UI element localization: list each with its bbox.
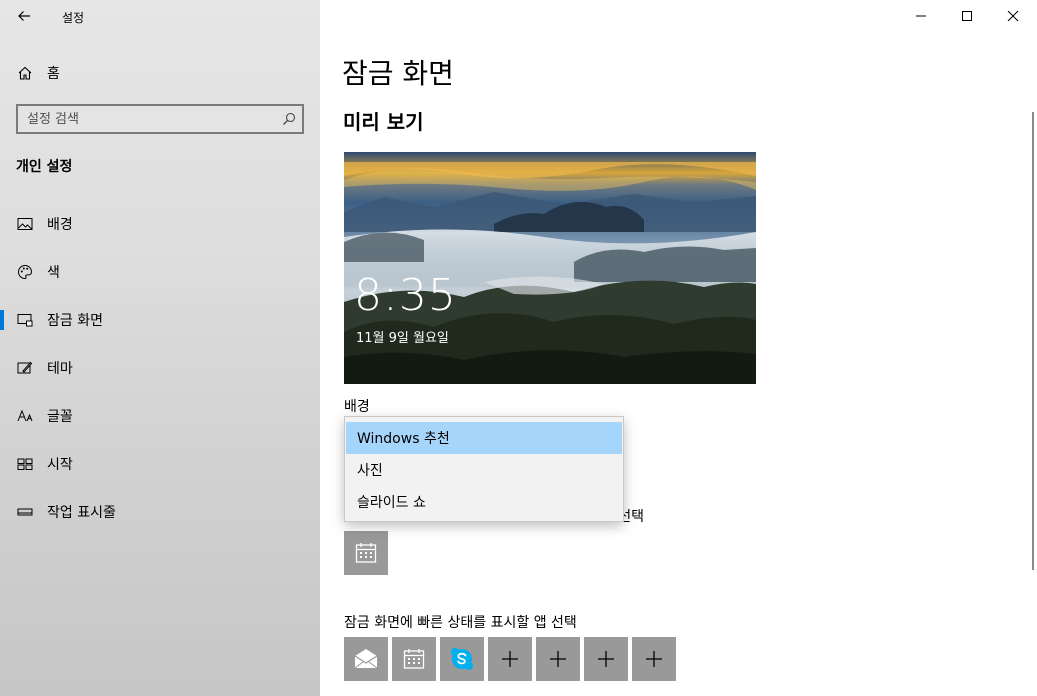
lock-screen-preview: 8:35 11월 9일 월요일 <box>344 152 756 384</box>
maximize-icon <box>962 11 972 21</box>
lock-screen-icon <box>16 311 34 329</box>
font-icon <box>16 407 34 425</box>
plus-icon <box>646 651 662 667</box>
quick-app-add[interactable] <box>632 637 676 681</box>
sidebar-item-label: 테마 <box>47 361 73 377</box>
quick-status-apps <box>344 637 676 681</box>
page-title: 잠금 화면 <box>342 57 454 90</box>
close-button[interactable] <box>990 0 1036 32</box>
sidebar-item-label: 홈 <box>47 66 60 82</box>
home-icon <box>16 64 34 82</box>
sidebar-item-fonts[interactable]: 글꼴 <box>0 392 320 440</box>
dropdown-option-picture[interactable]: 사진 <box>346 454 622 486</box>
sidebar-item-start[interactable]: 시작 <box>0 440 320 488</box>
quick-app-add[interactable] <box>584 637 628 681</box>
plus-icon <box>598 651 614 667</box>
sidebar-item-label: 잠금 화면 <box>47 313 103 329</box>
search-icon[interactable] <box>276 106 302 132</box>
mail-icon <box>354 649 378 669</box>
quick-app-calendar[interactable] <box>392 637 436 681</box>
sidebar-item-taskbar[interactable]: 작업 표시줄 <box>0 488 320 536</box>
sidebar-item-label: 작업 표시줄 <box>47 505 116 521</box>
quick-app-mail[interactable] <box>344 637 388 681</box>
section-heading: 개인 설정 <box>16 159 73 175</box>
image-icon <box>16 215 34 233</box>
nav-list: 배경 색 잠금 화면 테마 글꼴 시작 작업 표시줄 <box>0 200 320 536</box>
minimize-icon <box>916 15 926 17</box>
minimize-button[interactable] <box>898 0 944 32</box>
sidebar-item-theme[interactable]: 테마 <box>0 344 320 392</box>
landscape-image <box>344 152 756 384</box>
quick-status-label: 잠금 화면에 빠른 상태를 표시할 앱 선택 <box>344 615 577 631</box>
skype-icon <box>451 648 473 670</box>
quick-app-add[interactable] <box>488 637 532 681</box>
sidebar-item-label: 배경 <box>47 217 73 233</box>
preview-heading: 미리 보기 <box>343 110 424 134</box>
sidebar-item-color[interactable]: 색 <box>0 248 320 296</box>
start-icon <box>16 455 34 473</box>
preview-time: 8:35 <box>354 270 457 321</box>
title-bar: 설정 <box>0 0 320 32</box>
theme-icon <box>16 359 34 377</box>
search-input[interactable] <box>18 106 276 132</box>
dropdown-option-windows-spotlight[interactable]: Windows 추천 <box>346 422 622 454</box>
sidebar-item-background[interactable]: 배경 <box>0 200 320 248</box>
arrow-left-icon <box>18 11 30 21</box>
app-title: 설정 <box>62 11 85 25</box>
calendar-icon <box>355 543 377 563</box>
sidebar-item-label: 글꼴 <box>47 409 73 425</box>
taskbar-icon <box>16 503 34 521</box>
sidebar-item-home[interactable]: 홈 <box>0 56 320 90</box>
preview-date: 11월 9일 월요일 <box>356 331 449 346</box>
sidebar-item-lock-screen[interactable]: 잠금 화면 <box>0 296 320 344</box>
sidebar: 설정 홈 개인 설정 배경 색 잠금 화면 <box>0 0 320 696</box>
dropdown-option-slideshow[interactable]: 슬라이드 쇼 <box>346 486 622 518</box>
detail-status-app-button[interactable] <box>344 531 388 575</box>
quick-app-skype[interactable] <box>440 637 484 681</box>
plus-icon <box>550 651 566 667</box>
search-box <box>16 104 304 134</box>
close-icon <box>1007 10 1019 22</box>
maximize-button[interactable] <box>944 0 990 32</box>
back-button[interactable] <box>10 4 38 28</box>
background-dropdown-menu: Windows 추천 사진 슬라이드 쇼 <box>344 416 624 522</box>
background-label: 배경 <box>344 399 370 415</box>
quick-app-add[interactable] <box>536 637 580 681</box>
plus-icon <box>502 651 518 667</box>
sidebar-item-label: 시작 <box>47 457 73 473</box>
calendar-icon <box>403 649 425 669</box>
palette-icon <box>16 263 34 281</box>
sidebar-item-label: 색 <box>47 265 60 281</box>
scrollbar[interactable] <box>1032 112 1034 570</box>
